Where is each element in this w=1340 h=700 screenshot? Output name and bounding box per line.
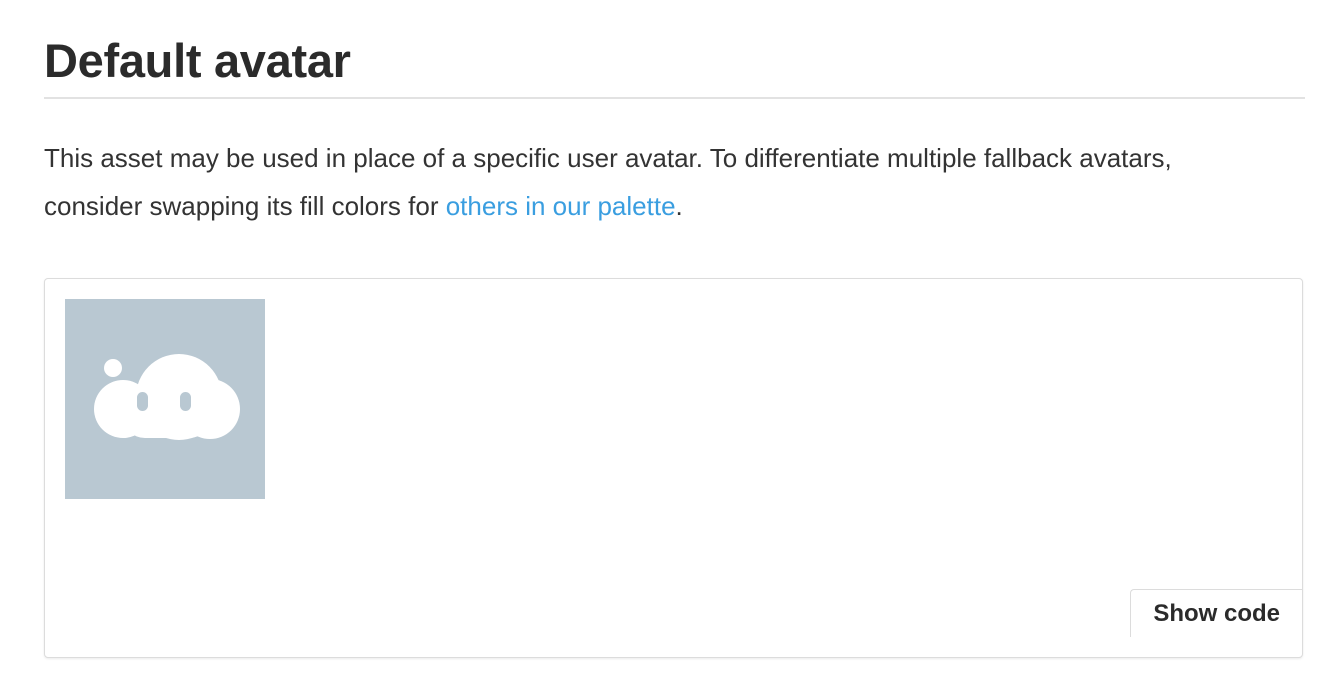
description: This asset may be used in place of a spe… <box>44 134 1244 230</box>
cloud-face-icon <box>65 299 265 499</box>
preview-card: Show code <box>44 278 1303 658</box>
show-code-button[interactable]: Show code <box>1130 589 1302 637</box>
palette-link[interactable]: others in our palette <box>446 191 676 221</box>
page-title: Default avatar <box>44 34 351 87</box>
default-avatar <box>65 299 265 499</box>
description-end: . <box>675 191 683 221</box>
title-divider <box>44 97 1305 99</box>
